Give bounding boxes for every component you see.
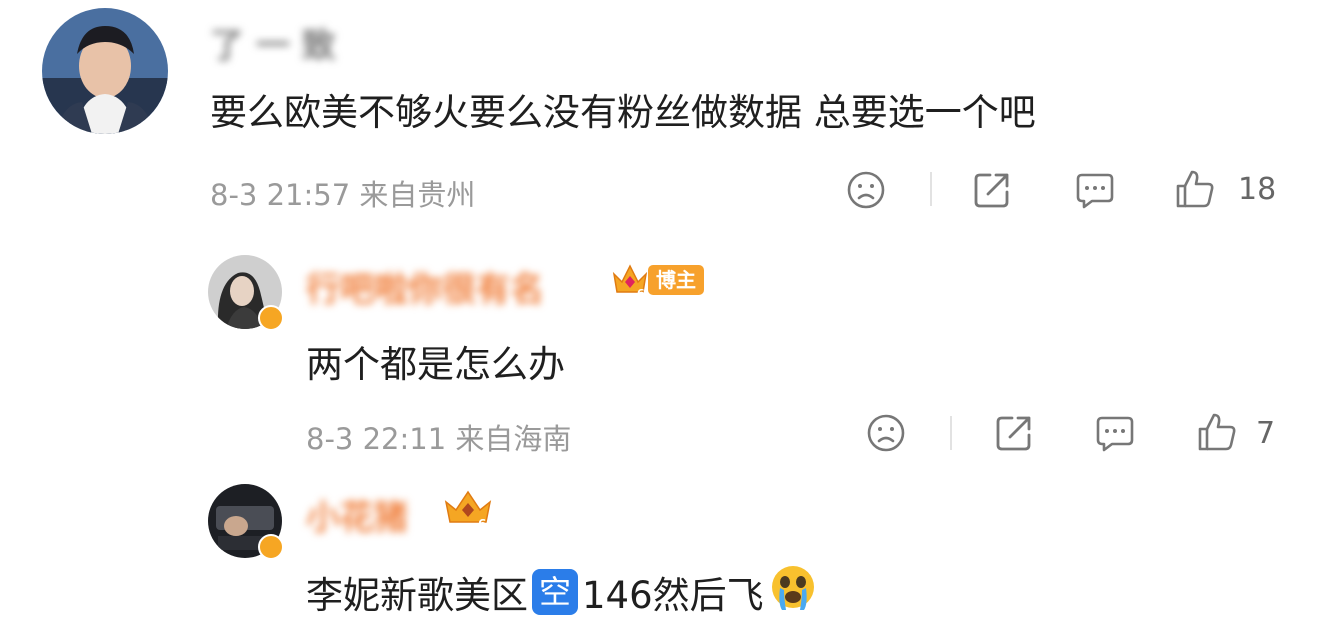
comment-text: 要么欧美不够火要么没有粉丝做数据 总要选一个吧 <box>210 91 1036 134</box>
comment-meta: 8-3 21:57 来自贵州 <box>210 178 476 212</box>
crying-face-emoji-icon <box>768 562 818 621</box>
like-icon[interactable] <box>1196 411 1238 453</box>
username[interactable]: 行吧啦你很有名 <box>306 262 544 311</box>
svg-text:6: 6 <box>637 287 645 300</box>
divider <box>930 172 932 206</box>
comment-text-part: 李妮新歌美区 <box>306 573 528 617</box>
crown-badge-icon: 6 <box>610 260 650 304</box>
comment-text: 李妮新歌美区 空 146然后飞 <box>306 562 818 621</box>
dislike-face-icon[interactable] <box>866 413 906 453</box>
comment-text-part: 146然后飞 <box>582 573 764 617</box>
comment-text: 两个都是怎么办 <box>306 343 565 386</box>
share-icon[interactable] <box>972 170 1012 210</box>
blogger-badge: 博主 <box>648 265 704 295</box>
crown-badge-icon: 6 <box>442 488 494 534</box>
blue-square-emoji: 空 <box>532 568 578 615</box>
comment-icon[interactable] <box>1074 170 1116 210</box>
like-count: 18 <box>1238 172 1277 207</box>
username[interactable]: 小花猪 <box>306 490 408 539</box>
share-icon[interactable] <box>994 413 1034 453</box>
avatar[interactable] <box>42 8 168 134</box>
like-icon[interactable] <box>1174 168 1216 210</box>
like-count: 7 <box>1256 416 1276 451</box>
dislike-face-icon[interactable] <box>846 170 886 210</box>
divider <box>950 416 952 450</box>
svg-text:6: 6 <box>478 517 486 530</box>
verified-badge-icon <box>258 534 284 560</box>
comment-icon[interactable] <box>1094 413 1136 453</box>
verified-badge-icon <box>258 305 284 331</box>
username[interactable]: 了 一 致 <box>210 18 336 67</box>
comment-meta: 8-3 22:11 来自海南 <box>306 422 572 456</box>
